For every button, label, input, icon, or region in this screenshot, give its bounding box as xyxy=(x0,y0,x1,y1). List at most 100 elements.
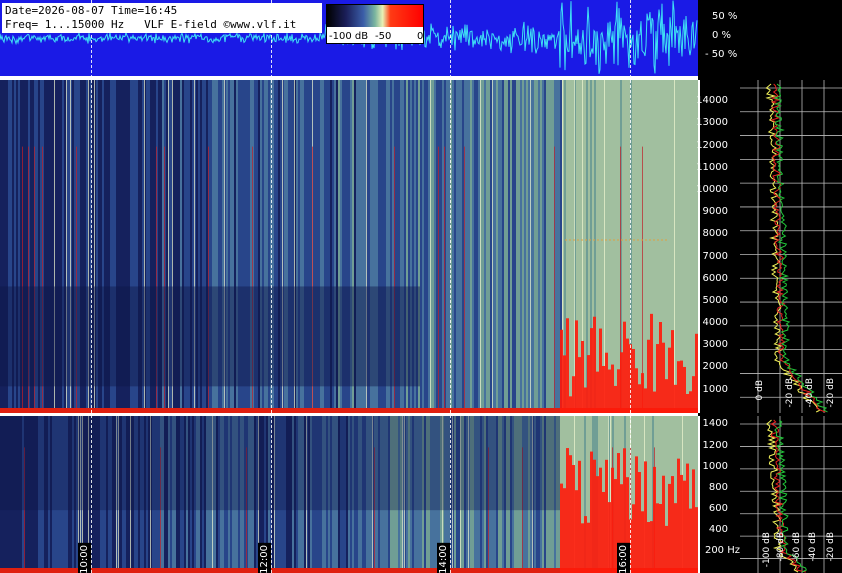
spectrogram-column xyxy=(512,80,514,413)
spectrogram-column xyxy=(514,80,516,413)
freq-tick-800: 800 xyxy=(708,482,728,493)
spectrogram-column xyxy=(610,80,612,413)
spectrogram-red-burst xyxy=(671,330,674,413)
spectrogram-column xyxy=(436,80,438,413)
spectrogram-column xyxy=(482,80,484,413)
spectrogram-red-burst xyxy=(668,483,671,573)
spectrogram-red-burst xyxy=(632,504,635,573)
spectrogram-red-line xyxy=(554,146,555,413)
spectrogram-red-burst xyxy=(659,504,662,573)
spectrogram-column xyxy=(484,80,486,413)
spectrogram-red-burst xyxy=(578,357,581,413)
spectrogram-column xyxy=(452,80,454,413)
spectrogram-red-burst xyxy=(602,491,605,573)
spectrogram-red-burst xyxy=(563,488,566,573)
spectrogram-red-burst xyxy=(683,366,686,413)
spectrogram-red-burst xyxy=(560,329,563,413)
spectrogram-red-burst xyxy=(653,466,656,573)
spectrogram-column xyxy=(570,80,572,413)
spectrogram-column xyxy=(602,80,604,413)
spectrogram-red-burst xyxy=(638,472,641,573)
spectrum-profile-upper-plot xyxy=(740,80,842,413)
spectrogram-column xyxy=(542,80,544,413)
waveform-scale-bottom: - 50 % xyxy=(705,49,738,60)
spectrogram-red-burst xyxy=(605,352,608,413)
spectrogram-red-burst xyxy=(611,364,614,413)
colorbar-gradient xyxy=(327,5,423,27)
spectrogram-red-burst xyxy=(584,516,587,573)
spectrogram-red-burst xyxy=(617,369,620,413)
spectrogram-red-burst xyxy=(644,461,647,573)
spectrogram-red-burst xyxy=(662,475,665,573)
spectrogram-red-burst xyxy=(620,352,623,413)
lower-db-label-2: -80 dB xyxy=(776,532,786,562)
spectrogram-bright-line xyxy=(604,80,605,413)
spectrogram-column xyxy=(470,80,472,413)
spectrogram-red-burst xyxy=(647,339,650,413)
time-gridline-1200 xyxy=(271,0,272,573)
spectrum-profile-upper xyxy=(740,80,842,413)
spectrogram-column xyxy=(456,80,458,413)
spectrogram-column xyxy=(476,80,478,413)
spectrogram-column xyxy=(522,80,524,413)
spectrogram-column xyxy=(618,80,620,413)
spectrogram-red-burst xyxy=(635,368,638,413)
time-gridline-1600 xyxy=(630,0,631,573)
spectrogram-red-burst xyxy=(587,522,590,573)
spectrogram-red-burst xyxy=(575,490,578,573)
freq-tick-12000: 12000 xyxy=(696,140,728,151)
spectrogram-column xyxy=(474,80,476,413)
spectrogram-red-burst xyxy=(689,508,692,573)
spectrogram-red-line xyxy=(464,146,465,413)
freq-tick-13000: 13000 xyxy=(696,117,728,128)
vlf-spectrogram-window: Date=2026-08-07 Time=16:45 Freq= 1...1500… xyxy=(0,0,842,573)
spectrogram-red-burst xyxy=(614,385,617,413)
spectrogram-red-burst xyxy=(680,360,683,413)
spectrogram-red-burst xyxy=(575,320,578,413)
spectrogram-column xyxy=(472,80,474,413)
freq-tick-8000: 8000 xyxy=(702,228,728,239)
spectrogram-red-burst xyxy=(674,503,677,573)
spectrogram-red-burst xyxy=(665,379,668,413)
freq-tick-10000: 10000 xyxy=(696,184,728,195)
freq-tick-1000: 1000 xyxy=(702,461,728,472)
spectrogram-red-burst xyxy=(566,318,569,413)
spectrogram-red-burst xyxy=(641,511,644,573)
spectrogram-column xyxy=(550,80,552,413)
spectrogram-red-burst xyxy=(572,376,575,413)
spectrogram-red-burst xyxy=(677,458,680,573)
spectrogram-red-burst xyxy=(572,465,575,573)
spectrogram-column xyxy=(536,80,538,413)
spectrogram-column xyxy=(424,80,426,413)
spectrogram-red-burst xyxy=(686,393,689,413)
freq-tick-600: 600 xyxy=(708,503,728,514)
spectrogram-column xyxy=(504,80,506,413)
spectrogram-red-burst xyxy=(623,321,626,413)
spectrogram-red-burst xyxy=(683,480,686,573)
time-gridline-1000 xyxy=(91,0,92,573)
spectrogram-red-burst xyxy=(611,467,614,573)
lower-db-label-5: -20 dB xyxy=(826,532,836,562)
spectrogram-column xyxy=(532,80,534,413)
spectrogram-column xyxy=(638,80,640,413)
spectrogram-upper-image xyxy=(0,80,698,413)
freq-tick-400: 400 xyxy=(708,524,728,535)
spectrogram-dark-band xyxy=(0,416,560,511)
spectrogram-column xyxy=(510,80,512,413)
spectrogram-red-burst xyxy=(608,369,611,413)
spectrogram-column xyxy=(498,80,500,413)
spectrogram-red-burst xyxy=(593,459,596,573)
time-label-1600: 16:00 xyxy=(617,543,630,573)
spectrogram-column xyxy=(426,80,428,413)
spectrogram-bright-line xyxy=(574,80,575,413)
spectrogram-column xyxy=(644,80,646,413)
spectrogram-column xyxy=(458,80,460,413)
spectrogram-red-burst xyxy=(581,523,584,573)
spectrogram-column xyxy=(468,80,470,413)
spectrogram-red-burst xyxy=(563,355,566,413)
spectrogram-red-burst xyxy=(608,502,611,573)
spectrogram-red-burst xyxy=(602,365,605,413)
spectrogram-red-burst xyxy=(581,340,584,413)
spectrogram-red-burst xyxy=(662,342,665,413)
spectrogram-column xyxy=(636,80,638,413)
